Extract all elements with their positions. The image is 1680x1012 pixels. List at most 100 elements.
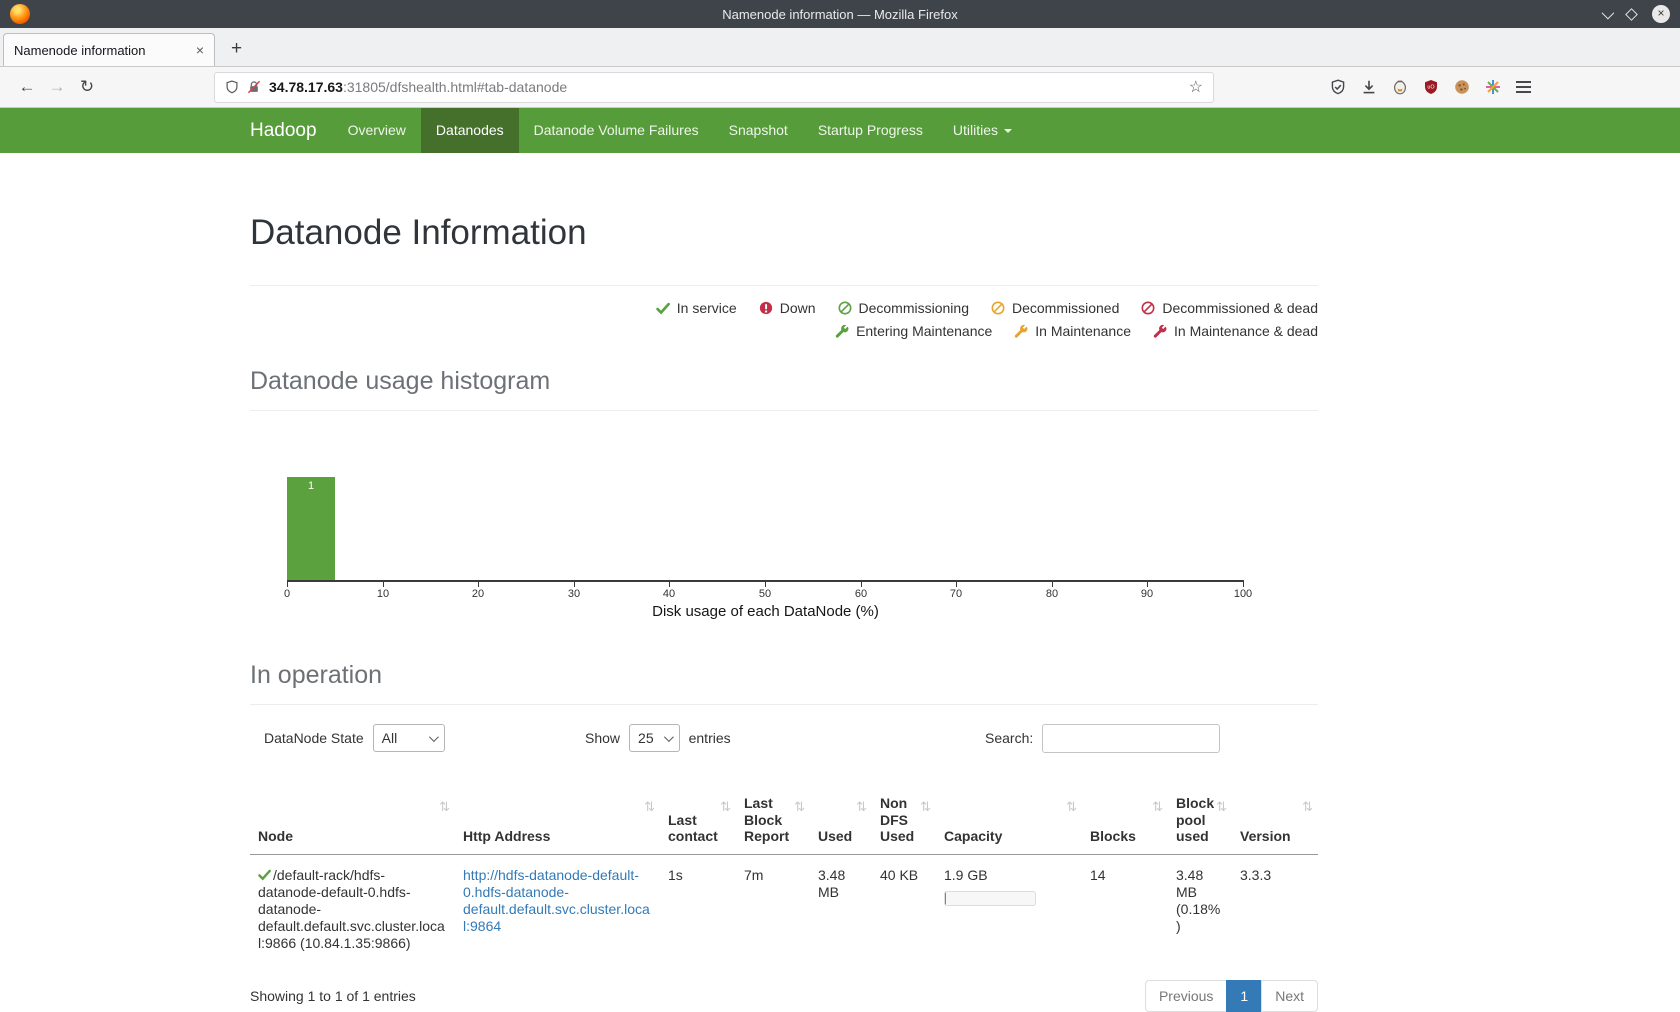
x-axis-label: Disk usage of each DataNode (%) [287, 603, 1244, 620]
sort-icon[interactable]: ⇅ [794, 799, 805, 814]
chevron-down-icon [664, 732, 674, 742]
ban-circle-icon [1141, 301, 1155, 315]
search-label: Search: [985, 730, 1033, 746]
capacity-progress-bar [944, 891, 1036, 906]
wrench-icon [1014, 324, 1028, 338]
page-length-select[interactable]: 25 [629, 724, 680, 752]
content-container: Datanode Information In service Down Dec… [250, 213, 1318, 1012]
search-input[interactable] [1042, 724, 1220, 753]
ban-circle-icon [838, 301, 852, 315]
reload-button[interactable]: ↻ [72, 72, 102, 102]
column-header-capacity[interactable]: ⇅Capacity [936, 769, 1082, 854]
hadoop-navbar: Hadoop Overview Datanodes Datanode Volum… [0, 108, 1680, 153]
browser-tab[interactable]: Namenode information × [3, 33, 215, 66]
last-block-report-cell: 7m [736, 854, 810, 964]
menu-hamburger-icon[interactable] [1516, 81, 1531, 93]
back-button[interactable]: ← [12, 72, 42, 102]
nav-datanodes[interactable]: Datanodes [421, 108, 519, 153]
table-row: /default-rack/hdfs-datanode-default-0.hd… [250, 854, 1318, 964]
url-bar[interactable]: 34.78.17.63:31805/dfshealth.html#tab-dat… [214, 72, 1214, 103]
datanode-state-select[interactable]: All [373, 724, 445, 752]
window-close-icon[interactable]: × [1652, 5, 1670, 23]
cookie-extension-icon[interactable] [1454, 79, 1470, 95]
entries-info: Showing 1 to 1 of 1 entries [250, 988, 416, 1004]
legend-decommissioned-dead: Decommissioned & dead [1141, 300, 1318, 316]
hadoop-brand[interactable]: Hadoop [250, 108, 333, 153]
column-header-http-address[interactable]: ⇅Http Address [455, 769, 660, 854]
next-page-button[interactable]: Next [1261, 980, 1318, 1012]
version-cell: 3.3.3 [1232, 854, 1318, 964]
tab-close-icon[interactable]: × [196, 42, 204, 58]
permissions-shield-icon[interactable] [225, 80, 239, 94]
column-header-version[interactable]: ⇅Version [1232, 769, 1318, 854]
legend-decommissioned: Decommissioned [991, 300, 1119, 316]
sort-icon[interactable]: ⇅ [920, 799, 931, 814]
previous-page-button[interactable]: Previous [1145, 980, 1227, 1012]
chevron-down-icon [429, 732, 439, 742]
broken-lock-icon[interactable] [247, 80, 261, 94]
x-tick-label: 70 [950, 588, 962, 600]
blocks-cell: 14 [1082, 854, 1168, 964]
sort-icon[interactable]: ⇅ [1302, 799, 1313, 814]
nav-utilities-dropdown[interactable]: Utilities [938, 108, 1027, 153]
window-title: Namenode information — Mozilla Firefox [0, 7, 1680, 22]
in-service-check-icon [258, 868, 271, 881]
sort-icon[interactable]: ⇅ [856, 799, 867, 814]
datanode-state-label: DataNode State [264, 730, 364, 746]
x-tick-label: 100 [1234, 588, 1252, 600]
column-header-block-pool-used[interactable]: ⇅Block pool used [1168, 769, 1232, 854]
bookmark-star-icon[interactable]: ☆ [1189, 77, 1203, 97]
nav-datanode-volume-failures[interactable]: Datanode Volume Failures [519, 108, 714, 153]
used-cell: 3.48 MB [810, 854, 872, 964]
tab-bar: Namenode information × + [0, 28, 1680, 67]
wrench-icon [835, 324, 849, 338]
window-controls: × [1602, 5, 1670, 23]
window-maximize-icon[interactable] [1625, 8, 1638, 21]
page-1-button[interactable]: 1 [1226, 980, 1262, 1012]
check-icon [656, 301, 670, 315]
legend-decommissioning: Decommissioning [838, 300, 969, 316]
status-legend: In service Down Decommissioning Decommis… [250, 300, 1318, 339]
divider [250, 410, 1318, 411]
browser-toolbar: ← → ↻ 34.78.17.63:31805/dfshealth.html#t… [0, 67, 1680, 108]
ublock-extension-icon[interactable] [1423, 79, 1439, 95]
forward-button[interactable]: → [42, 72, 72, 102]
legend-in-maintenance: In Maintenance [1014, 323, 1131, 339]
legend-in-service: In service [656, 300, 737, 316]
asterisk-extension-icon[interactable] [1485, 79, 1501, 95]
column-header-last-contact[interactable]: ⇅Last contact [660, 769, 736, 854]
ban-circle-icon [991, 301, 1005, 315]
nav-snapshot[interactable]: Snapshot [714, 108, 803, 153]
x-tick-label: 10 [377, 588, 389, 600]
last-contact-cell: 1s [660, 854, 736, 964]
column-header-last-block-report[interactable]: ⇅Last Block Report [736, 769, 810, 854]
datanodes-table: ⇅Node ⇅Http Address ⇅Last contact ⇅Last … [250, 769, 1318, 964]
sort-icon[interactable]: ⇅ [720, 799, 731, 814]
column-header-blocks[interactable]: ⇅Blocks [1082, 769, 1168, 854]
sort-icon[interactable]: ⇅ [1066, 799, 1077, 814]
window-minimize-icon[interactable] [1602, 6, 1615, 19]
sort-icon[interactable]: ⇅ [439, 799, 450, 814]
table-controls: DataNode State All Show 25 entries Searc… [250, 723, 1318, 755]
column-header-node[interactable]: ⇅Node [250, 769, 455, 854]
chevron-down-icon [1004, 129, 1012, 133]
page-header: Datanode Information [250, 213, 1318, 286]
sort-icon[interactable]: ⇅ [1216, 799, 1227, 814]
nav-overview[interactable]: Overview [333, 108, 421, 153]
x-tick-label: 20 [472, 588, 484, 600]
datanode-http-link[interactable]: http://hdfs-datanode-default-0.hdfs-data… [463, 867, 650, 934]
x-tick-label: 0 [284, 588, 290, 600]
downloads-icon[interactable] [1361, 79, 1377, 95]
extension-jar-icon[interactable] [1392, 79, 1408, 95]
divider [250, 704, 1318, 705]
column-header-used[interactable]: ⇅Used [810, 769, 872, 854]
protections-shield-icon[interactable] [1330, 79, 1346, 95]
column-header-non-dfs-used[interactable]: ⇅Non DFS Used [872, 769, 936, 854]
nav-startup-progress[interactable]: Startup Progress [803, 108, 938, 153]
wrench-icon [1153, 324, 1167, 338]
x-tick-label: 30 [568, 588, 580, 600]
toolbar-icons [1330, 79, 1531, 95]
new-tab-button[interactable]: + [231, 38, 242, 60]
sort-icon[interactable]: ⇅ [1152, 799, 1163, 814]
sort-icon[interactable]: ⇅ [644, 799, 655, 814]
